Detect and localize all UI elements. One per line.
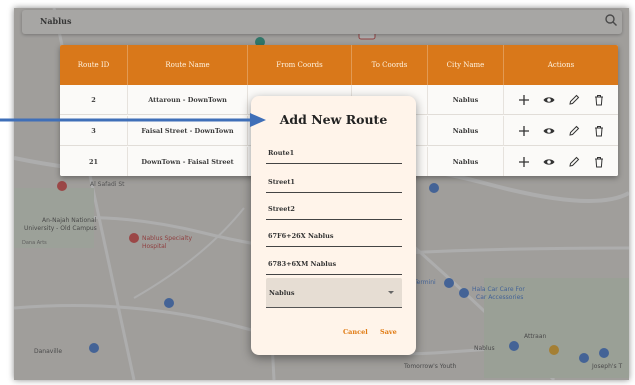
city-name-cell: Nablus (428, 116, 504, 146)
column-header: Route ID (60, 45, 128, 85)
cancel-button[interactable]: Cancel (343, 328, 368, 336)
pointer-arrow (0, 113, 266, 127)
route-name-field[interactable]: Route1 (266, 140, 402, 164)
to-coords-value: 6783+6XM Nablus (268, 260, 337, 268)
route-name-value: Route1 (268, 149, 295, 157)
pencil-icon[interactable] (568, 94, 580, 106)
dialog-title: Add New Route (279, 112, 388, 127)
eye-icon[interactable] (543, 94, 555, 106)
city-select[interactable]: Nablus (266, 278, 402, 308)
pencil-icon[interactable] (568, 125, 580, 137)
from-coords-value: 67F6+26X Nablus (268, 232, 334, 240)
city-name-cell: Nablus (428, 85, 504, 115)
table-header: Route ID Route Name From Coords To Coord… (60, 45, 618, 85)
to-coords-field[interactable]: 6783+6XM Nablus (266, 251, 402, 275)
screenshot-frame: Al Safadi St An-Najah National Universit… (14, 8, 629, 380)
column-header: City Name (428, 45, 504, 85)
plus-icon[interactable] (518, 156, 530, 168)
trash-icon[interactable] (593, 125, 605, 137)
actions-cell (504, 85, 618, 115)
eye-icon[interactable] (543, 125, 555, 137)
route-name-cell: DownTown - Faisal Street (128, 147, 248, 176)
plus-icon[interactable] (518, 94, 530, 106)
add-route-dialog: Add New Route Route1 Street1 Street2 67F… (251, 96, 416, 355)
save-button[interactable]: Save (380, 328, 397, 336)
trash-icon[interactable] (593, 94, 605, 106)
column-header: To Coords (352, 45, 428, 85)
actions-cell (504, 116, 618, 146)
street2-field[interactable]: Street2 (266, 196, 402, 220)
route-id-cell: 21 (60, 147, 128, 176)
city-name-cell: Nablus (428, 147, 504, 176)
street2-value: Street2 (268, 205, 295, 213)
from-coords-field[interactable]: 67F6+26X Nablus (266, 223, 402, 247)
column-header: Route Name (128, 45, 248, 85)
street1-field[interactable]: Street1 (266, 169, 402, 193)
city-select-value: Nablus (269, 289, 295, 297)
column-header: Actions (547, 61, 575, 69)
actions-cell (504, 147, 618, 176)
column-header: From Coords (248, 45, 352, 85)
chevron-down-icon (388, 291, 394, 294)
trash-icon[interactable] (593, 156, 605, 168)
street1-value: Street1 (268, 178, 295, 186)
pencil-icon[interactable] (568, 156, 580, 168)
eye-icon[interactable] (543, 156, 555, 168)
plus-icon[interactable] (518, 125, 530, 137)
